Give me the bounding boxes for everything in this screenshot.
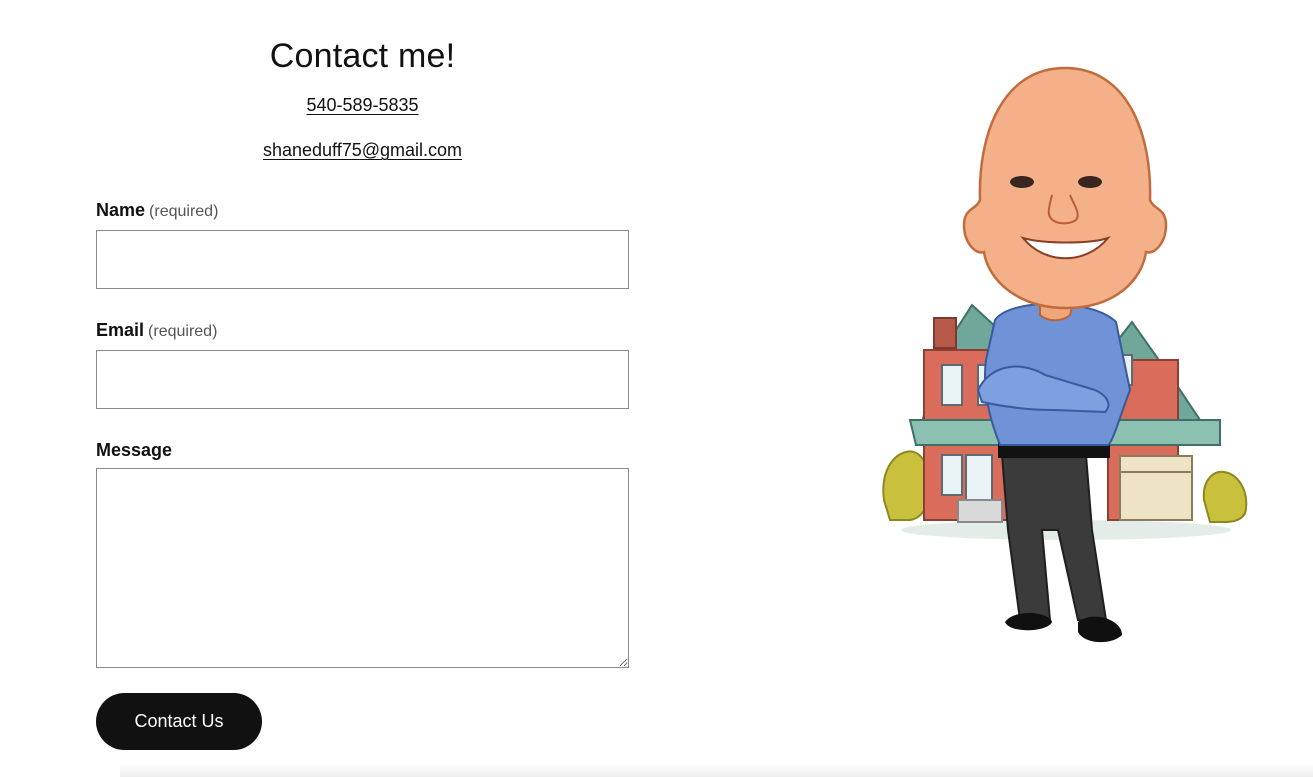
name-label: Name (required)	[96, 199, 629, 223]
bottom-fade	[120, 763, 1313, 777]
email-required-text: (required)	[148, 323, 218, 340]
email-label-text: Email	[96, 320, 145, 340]
message-label-text: Message	[96, 440, 173, 460]
phone-link[interactable]: 540-589-5835	[306, 95, 418, 115]
email-field[interactable]	[96, 350, 629, 409]
email-line: shaneduff75@gmail.com	[96, 139, 629, 161]
agent-caricature-with-house-illustration	[882, 66, 1248, 643]
name-field[interactable]	[96, 230, 629, 289]
email-link[interactable]: shaneduff75@gmail.com	[263, 140, 462, 160]
message-field[interactable]	[96, 468, 629, 668]
phone-line: 540-589-5835	[96, 94, 629, 116]
name-required-text: (required)	[149, 203, 219, 220]
message-label: Message	[96, 439, 629, 461]
contact-page: Contact me! 540-589-5835 shaneduff75@gma…	[0, 0, 1313, 777]
contact-us-button[interactable]: Contact Us	[96, 693, 262, 750]
email-label: Email (required)	[96, 319, 629, 343]
page-title: Contact me!	[269, 37, 456, 75]
name-label-text: Name	[96, 200, 146, 220]
contact-form: Name (required) Email (required) Message C…	[96, 199, 629, 750]
contact-form-column: Contact me! 540-589-5835 shaneduff75@gma…	[96, 0, 629, 750]
